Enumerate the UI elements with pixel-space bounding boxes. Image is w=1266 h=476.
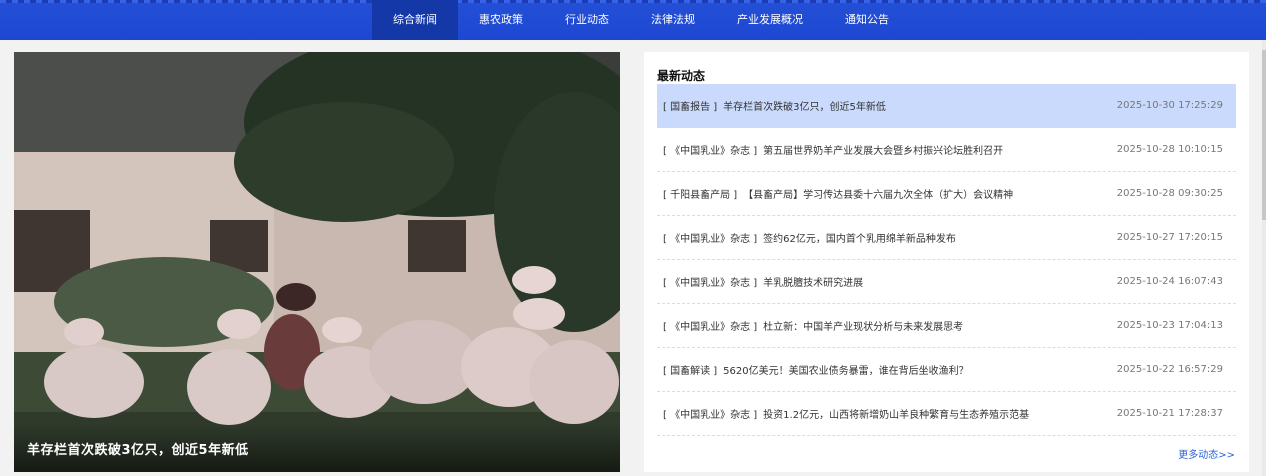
- news-title: 5620亿美元！美国农业债务暴雷，谁在背后坐收渔利？: [723, 366, 969, 377]
- news-title: 杜立新：中国羊产业现状分析与未来发展思考: [763, 322, 964, 333]
- news-source: [ 《中国乳业》杂志 ]: [663, 322, 758, 333]
- news-item[interactable]: [ 《中国乳业》杂志 ] 签约62亿元，国内首个乳用绵羊新品种发布 2025-10…: [657, 216, 1236, 260]
- news-source: [ 千阳县畜产局 ]: [663, 190, 738, 201]
- news-item[interactable]: [ 国畜解读 ] 5620亿美元！美国农业债务暴雷，谁在背后坐收渔利？ 2025-…: [657, 348, 1236, 392]
- news-source: [ 国畜解读 ]: [663, 366, 718, 377]
- nav-item-notice[interactable]: 通知公告: [824, 0, 910, 40]
- more-news-link[interactable]: 更多动态>>: [1178, 446, 1235, 461]
- nav-item-policy[interactable]: 惠农政策: [458, 0, 544, 40]
- news-item[interactable]: [ 《中国乳业》杂志 ] 第五届世界奶羊产业发展大会暨乡村振兴论坛胜利召开 202…: [657, 128, 1236, 172]
- nav-item-industry[interactable]: 行业动态: [544, 0, 630, 40]
- hero-caption[interactable]: 羊存栏首次跌破3亿只，创近5年新低: [27, 439, 249, 458]
- scrollbar-thumb[interactable]: [1262, 50, 1266, 220]
- news-date: 2025-10-21 17:28:37: [1116, 408, 1223, 419]
- news-list: [ 国畜报告 ] 羊存栏首次跌破3亿只，创近5年新低 2025-10-30 17:…: [657, 84, 1236, 436]
- panel-title: 最新动态: [657, 69, 706, 83]
- news-date: 2025-10-27 17:20:15: [1116, 232, 1223, 243]
- news-date: 2025-10-28 10:10:15: [1116, 144, 1223, 155]
- news-source: [ 国畜报告 ]: [663, 102, 718, 113]
- news-source: [ 《中国乳业》杂志 ]: [663, 234, 758, 245]
- news-item[interactable]: [ 《中国乳业》杂志 ] 羊乳脱膻技术研究进展 2025-10-24 16:07:…: [657, 260, 1236, 304]
- news-title: 签约62亿元，国内首个乳用绵羊新品种发布: [763, 234, 956, 245]
- page-scrollbar[interactable]: [1262, 40, 1266, 476]
- news-title: 第五届世界奶羊产业发展大会暨乡村振兴论坛胜利召开: [763, 146, 1004, 157]
- nav-item-law[interactable]: 法律法规: [630, 0, 716, 40]
- nav-menu: 综合新闻 惠农政策 行业动态 法律法规 产业发展概况 通知公告: [372, 0, 910, 40]
- news-date: 2025-10-24 16:07:43: [1116, 276, 1223, 287]
- news-title: 羊存栏首次跌破3亿只，创近5年新低: [723, 102, 886, 113]
- hero-banner[interactable]: 羊存栏首次跌破3亿只，创近5年新低: [14, 52, 620, 472]
- news-source: [ 《中国乳业》杂志 ]: [663, 278, 758, 289]
- news-source: [ 《中国乳业》杂志 ]: [663, 410, 758, 421]
- news-date: 2025-10-22 16:57:29: [1116, 364, 1223, 375]
- news-item[interactable]: [ 《中国乳业》杂志 ] 杜立新：中国羊产业现状分析与未来发展思考 2025-10…: [657, 304, 1236, 348]
- news-date: 2025-10-23 17:04:13: [1116, 320, 1223, 331]
- news-source: [ 《中国乳业》杂志 ]: [663, 146, 758, 157]
- news-title: 投资1.2亿元，山西将新增奶山羊良种繁育与生态养殖示范基: [763, 410, 1030, 421]
- news-item[interactable]: [ 国畜报告 ] 羊存栏首次跌破3亿只，创近5年新低 2025-10-30 17:…: [657, 84, 1236, 128]
- news-date: 2025-10-28 09:30:25: [1116, 188, 1223, 199]
- top-nav: 综合新闻 惠农政策 行业动态 法律法规 产业发展概况 通知公告: [0, 0, 1266, 40]
- nav-item-news[interactable]: 综合新闻: [372, 0, 458, 40]
- news-date: 2025-10-30 17:25:29: [1116, 100, 1223, 111]
- latest-news-panel: 最新动态 [ 国畜报告 ] 羊存栏首次跌破3亿只，创近5年新低 2025-10-3…: [644, 52, 1249, 472]
- sheep-photo: [14, 52, 620, 472]
- news-item[interactable]: [ 《中国乳业》杂志 ] 投资1.2亿元，山西将新增奶山羊良种繁育与生态养殖示范基…: [657, 392, 1236, 436]
- news-title: 羊乳脱膻技术研究进展: [763, 278, 864, 289]
- news-item[interactable]: [ 千阳县畜产局 ] 【县畜产局】学习传达县委十六届九次全体（扩大）会议精神 20…: [657, 172, 1236, 216]
- news-title: 【县畜产局】学习传达县委十六届九次全体（扩大）会议精神: [743, 190, 1014, 201]
- nav-item-overview[interactable]: 产业发展概况: [716, 0, 824, 40]
